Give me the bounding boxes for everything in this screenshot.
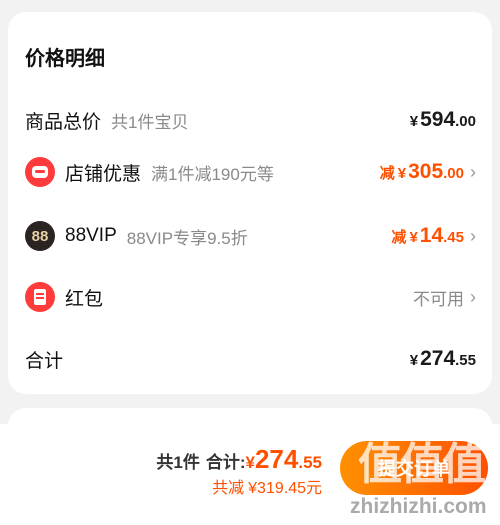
minus-label: 减 [379, 165, 395, 182]
goods-total-row: 商品总价 共1件宝贝 ¥ 594 .00 [25, 100, 476, 140]
price-int: 274 [420, 347, 456, 370]
minus-label: 减 [391, 229, 407, 246]
red-packet-status-wrap: 不可用 [413, 285, 464, 310]
saved-summary: 共减 ¥ 319.45元 [212, 474, 322, 498]
goods-count: 共1件宝贝 [111, 112, 189, 132]
red-packet-icon [25, 282, 55, 312]
currency-symbol: ¥ [409, 113, 419, 130]
shop-discount-row[interactable]: 店铺优惠 满1件减190元等 减 ¥ 305 .00 › [25, 152, 476, 192]
vip-88-icon: 88 [25, 221, 55, 251]
price-dec: .00 [443, 165, 464, 182]
price-dec: .00 [455, 113, 476, 130]
chevron-right-icon: › [470, 161, 476, 182]
goods-total-price: ¥ 594 .00 [410, 108, 476, 132]
red-packet-label: 红包 [65, 288, 104, 310]
vip-label: 88VIP [65, 225, 117, 246]
vip-discount-amount: 减 ¥ 14 .45 [391, 224, 464, 248]
chevron-right-icon: › [470, 225, 476, 246]
saved-label: 共减 [212, 480, 245, 497]
chevron-right-icon: › [470, 286, 476, 307]
checkout-total: 共1件 合计: ¥ 274 .55 [156, 444, 322, 475]
currency-symbol: ¥ [245, 453, 255, 472]
total-int: 274 [254, 444, 299, 474]
total-label: 合计: [205, 453, 246, 472]
watermark-logo: 值值值 [358, 440, 486, 489]
price-int: 305 [408, 160, 444, 183]
currency-symbol: ¥ [409, 352, 419, 369]
shop-discount-icon [25, 157, 55, 187]
shop-discount-amount: 减 ¥ 305 .00 [380, 160, 464, 184]
price-int: 14 [419, 224, 444, 247]
saved-value: 319.45元 [257, 480, 322, 497]
shop-discount-label: 店铺优惠 [65, 163, 142, 185]
red-packet-status: 不可用 [413, 289, 464, 309]
price-dec: .45 [443, 229, 464, 246]
item-count: 共1件 [156, 453, 200, 472]
currency-symbol: ¥ [248, 480, 258, 497]
shop-discount-desc: 满1件减190元等 [151, 164, 274, 184]
watermark-site: zhizhizhi.com [350, 495, 487, 518]
price-int: 594 [420, 108, 456, 131]
red-packet-row[interactable]: 红包 不可用 › [25, 277, 476, 317]
sum-label: 合计 [25, 350, 64, 372]
total-dec: .55 [298, 453, 322, 472]
vip-desc: 88VIP专享9.5折 [126, 228, 248, 248]
sum-row: 合计 ¥ 274 .55 [25, 339, 476, 379]
currency-symbol: ¥ [409, 229, 418, 246]
vip-discount-row[interactable]: 88 88VIP 88VIP专享9.5折 减 ¥ 14 .45 › [25, 216, 476, 256]
price-detail-card: 价格明细 商品总价 共1件宝贝 ¥ 594 .00 店铺优惠 满1件减190元等… [8, 12, 492, 394]
price-dec: .55 [455, 352, 476, 369]
price-detail-title: 价格明细 [25, 48, 105, 70]
currency-symbol: ¥ [397, 165, 407, 182]
goods-total-label: 商品总价 [25, 111, 102, 133]
sum-price: ¥ 274 .55 [410, 347, 476, 371]
